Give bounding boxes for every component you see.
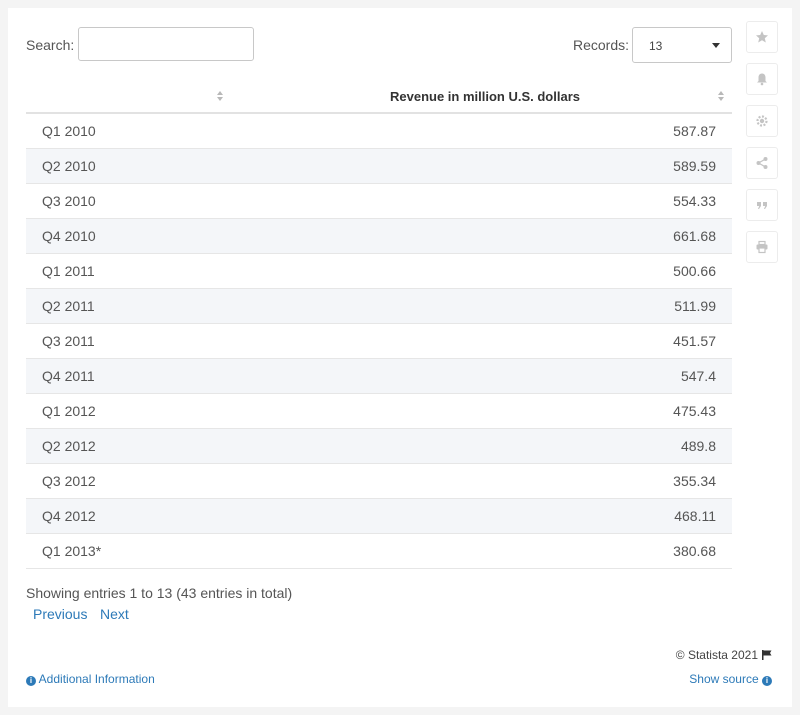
print-icon (756, 240, 768, 254)
show-source-label: Show source (689, 672, 759, 686)
share-button[interactable] (746, 147, 778, 179)
row-value: 355.34 (236, 463, 732, 499)
row-value: 587.87 (236, 113, 732, 149)
chevron-down-icon (712, 43, 720, 48)
copyright: © Statista 2021 (676, 648, 772, 662)
print-button[interactable] (746, 231, 778, 263)
show-source-link[interactable]: Show source i (689, 672, 772, 686)
sort-icon (217, 91, 225, 103)
records-selected-value: 13 (649, 39, 663, 53)
table-row: Q2 2010 589.59 (26, 148, 732, 184)
cite-button[interactable] (746, 189, 778, 221)
row-value: 554.33 (236, 183, 732, 219)
row-category: Q3 2010 (26, 183, 236, 219)
table-row: Q1 2010 587.87 (26, 113, 732, 149)
table-row: Q4 2012 468.11 (26, 498, 732, 534)
copyright-text: © Statista 2021 (675, 648, 758, 662)
gear-icon (756, 115, 768, 127)
settings-button[interactable] (746, 105, 778, 137)
sort-icon (718, 91, 726, 103)
row-category: Q4 2012 (26, 498, 236, 534)
row-value: 468.11 (236, 498, 732, 534)
entries-summary: Showing entries 1 to 13 (43 entries in t… (26, 585, 293, 601)
row-category: Q1 2010 (26, 113, 236, 149)
previous-page-link[interactable]: Previous (33, 606, 87, 622)
table-row: Q1 2011 500.66 (26, 253, 732, 289)
row-category: Q3 2011 (26, 323, 236, 359)
row-value: 489.8 (236, 428, 732, 464)
additional-information-label: Additional Information (38, 672, 155, 686)
row-category: Q4 2011 (26, 358, 236, 394)
statistic-card: Search: Records: 13 Revenue in million U… (8, 8, 792, 707)
table-row: Q1 2013* 380.68 (26, 533, 732, 569)
row-category: Q3 2012 (26, 463, 236, 499)
quote-icon (757, 202, 767, 209)
info-icon: i (762, 676, 772, 686)
row-category: Q4 2010 (26, 218, 236, 254)
records-select[interactable]: 13 (632, 27, 732, 63)
table-row: Q4 2011 547.4 (26, 358, 732, 394)
flag-icon[interactable] (762, 650, 772, 660)
favorite-button[interactable] (746, 21, 778, 53)
star-icon (756, 31, 768, 43)
data-table: Revenue in million U.S. dollars Q1 2010 5… (26, 80, 732, 569)
row-category: Q2 2012 (26, 428, 236, 464)
table-row: Q2 2012 489.8 (26, 428, 732, 464)
search-input[interactable] (78, 27, 254, 61)
row-value: 500.66 (236, 253, 732, 289)
column-header-revenue-label: Revenue in million U.S. dollars (390, 89, 580, 104)
row-category: Q1 2013* (26, 533, 236, 569)
table-header-row: Revenue in million U.S. dollars (26, 80, 732, 114)
info-icon: i (26, 676, 36, 686)
column-header-category[interactable] (26, 80, 236, 114)
row-category: Q1 2011 (26, 253, 236, 289)
row-value: 589.59 (236, 148, 732, 184)
table-row: Q3 2012 355.34 (26, 463, 732, 499)
row-value: 511.99 (236, 288, 732, 324)
row-value: 547.4 (236, 358, 732, 394)
table-row: Q1 2012 475.43 (26, 393, 732, 429)
search-label: Search: (26, 37, 75, 53)
additional-information-link[interactable]: i Additional Information (26, 672, 155, 686)
row-category: Q2 2011 (26, 288, 236, 324)
row-value: 475.43 (236, 393, 732, 429)
table-row: Q2 2011 511.99 (26, 288, 732, 324)
row-value: 661.68 (236, 218, 732, 254)
bell-icon (757, 73, 767, 86)
notification-button[interactable] (746, 63, 778, 95)
records-label: Records: (573, 37, 630, 53)
row-category: Q1 2012 (26, 393, 236, 429)
table-row: Q3 2010 554.33 (26, 183, 732, 219)
table-row: Q4 2010 661.68 (26, 218, 732, 254)
row-value: 451.57 (236, 323, 732, 359)
table-row: Q3 2011 451.57 (26, 323, 732, 359)
next-page-link[interactable]: Next (100, 606, 129, 622)
row-category: Q2 2010 (26, 148, 236, 184)
column-header-revenue[interactable]: Revenue in million U.S. dollars (236, 80, 732, 114)
share-icon (756, 157, 768, 169)
row-value: 380.68 (236, 533, 732, 569)
